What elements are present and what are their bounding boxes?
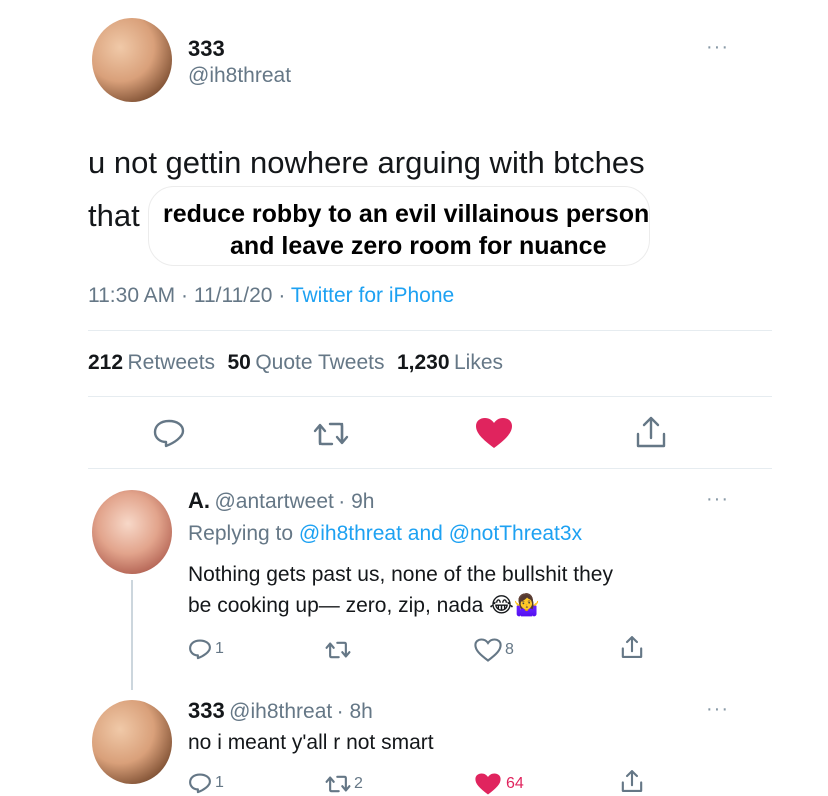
tweet-time: 11:30 AM: [88, 284, 176, 307]
retweets-count: 212: [88, 351, 124, 374]
tweet-text-line-2-prefix: that: [88, 198, 140, 233]
reply-time: · 9h: [338, 490, 375, 513]
divider: [88, 330, 772, 331]
tweet-text-line-1: u not gettin nowhere arguing with btches: [88, 145, 645, 180]
reply-time: · 8h: [336, 700, 373, 723]
retweet-count: 2: [354, 775, 363, 792]
retweets-stat[interactable]: 212 Retweets: [88, 351, 220, 374]
replying-and: and: [407, 522, 443, 545]
quotes-label: Quote Tweets: [255, 351, 385, 374]
divider: [88, 396, 772, 397]
likes-label: Likes: [453, 351, 504, 374]
reply-text-line-1: no i meant y'all r not smart: [188, 731, 434, 754]
tweet-meta: 11:30 AM · 11/11/20 · Twitter for iPhone: [88, 284, 454, 308]
reply-text-line-1: Nothing gets past us, none of the bullsh…: [188, 563, 613, 586]
share-button[interactable]: [634, 414, 668, 450]
likes-stat[interactable]: 1,230 Likes: [397, 351, 503, 374]
thread-line: [131, 580, 133, 690]
heart-filled-icon: [476, 418, 512, 448]
more-options-icon[interactable]: ···: [706, 36, 729, 59]
reply-icon: [189, 773, 211, 794]
meta-separator: ·: [278, 284, 286, 307]
user-handle[interactable]: @ih8threat: [229, 700, 332, 723]
more-options-icon[interactable]: ···: [706, 698, 729, 721]
avatar[interactable]: [92, 700, 172, 784]
like-button[interactable]: 8: [474, 638, 514, 662]
avatar[interactable]: [92, 490, 172, 574]
share-button[interactable]: [620, 768, 644, 794]
reply-text-line-2: be cooking up— zero, zip, nada 😂🤷‍♀️: [188, 590, 540, 621]
like-button[interactable]: 64: [474, 772, 524, 796]
reply-icon: [189, 639, 211, 660]
retweet-icon: [313, 422, 349, 446]
display-name[interactable]: 333: [188, 698, 225, 723]
like-button[interactable]: [474, 416, 514, 450]
replying-to: Replying to @ih8threat and @notThreat3x: [188, 522, 582, 546]
share-button[interactable]: [620, 634, 644, 660]
like-count: 64: [506, 775, 524, 792]
more-options-icon[interactable]: ···: [706, 488, 729, 511]
caption-overlay-line-1: reduce robby to an evil villainous perso…: [163, 200, 650, 228]
share-icon: [621, 636, 643, 658]
user-handle[interactable]: @antartweet: [214, 490, 333, 513]
reply-count: 1: [215, 774, 224, 791]
mention-link[interactable]: @notThreat3x: [449, 522, 582, 545]
display-name[interactable]: A.: [188, 488, 210, 513]
avatar[interactable]: [92, 18, 172, 102]
retweet-button[interactable]: 2: [324, 774, 363, 794]
retweet-button[interactable]: [324, 640, 352, 660]
tweet-date: 11/11/20: [193, 284, 273, 307]
share-icon: [636, 416, 666, 448]
reply-text-content: be cooking up— zero, zip, nada: [188, 594, 484, 617]
like-count: 8: [505, 641, 514, 658]
reply-button[interactable]: 1: [188, 772, 224, 794]
reply-header: 333 @ih8threat · 8h: [188, 698, 373, 724]
heart-outline-icon: [474, 638, 502, 662]
tweet-stats: 212 Retweets 50 Quote Tweets 1,230 Likes: [88, 351, 503, 375]
quotes-stat[interactable]: 50 Quote Tweets: [228, 351, 389, 374]
retweet-icon: [325, 775, 351, 793]
quotes-count: 50: [227, 351, 251, 374]
reply-icon: [153, 419, 185, 448]
replying-prefix: Replying to: [188, 522, 294, 545]
likes-count: 1,230: [396, 351, 450, 374]
reply-button[interactable]: 1: [188, 638, 224, 660]
reply-count: 1: [215, 640, 224, 657]
heart-filled-icon: [475, 773, 501, 795]
reply-header: A. @antartweet · 9h: [188, 488, 374, 514]
meta-separator: ·: [181, 284, 189, 307]
share-icon: [621, 770, 643, 792]
emoji: 😂🤷‍♀️: [489, 593, 540, 617]
tweet-source-link[interactable]: Twitter for iPhone: [291, 284, 454, 307]
divider: [88, 468, 772, 469]
retweet-icon: [325, 641, 351, 659]
display-name[interactable]: 333: [188, 36, 225, 62]
retweets-label: Retweets: [127, 351, 216, 374]
caption-overlay-line-2: and leave zero room for nuance: [230, 232, 607, 260]
mention-link[interactable]: @ih8threat: [299, 522, 402, 545]
user-handle[interactable]: @ih8threat: [188, 64, 291, 88]
retweet-button[interactable]: [312, 420, 350, 448]
reply-button[interactable]: [152, 418, 186, 448]
